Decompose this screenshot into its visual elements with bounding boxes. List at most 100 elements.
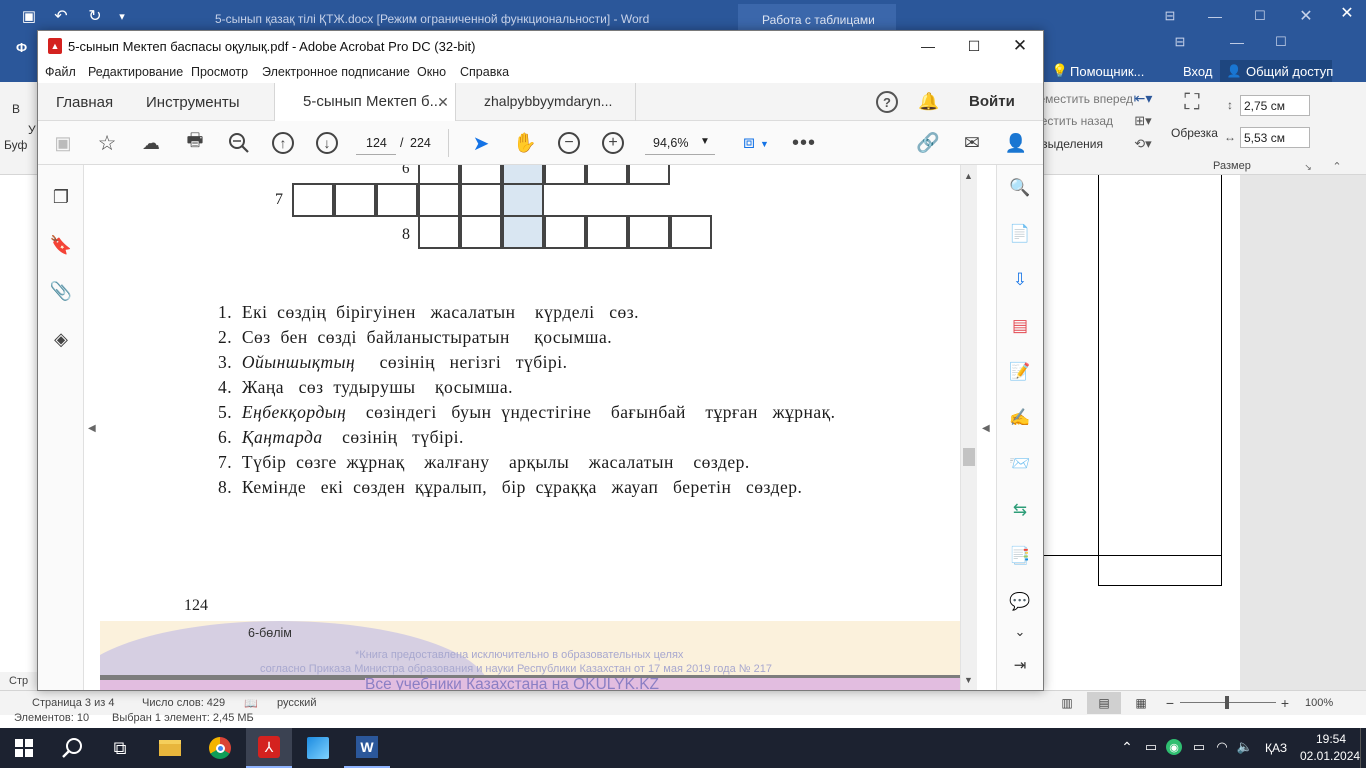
attachment-icon[interactable]: 📎: [47, 277, 75, 305]
next-page-icon[interactable]: ↓: [316, 132, 338, 154]
maximize-icon[interactable]: ☐: [1271, 32, 1291, 52]
close-icon[interactable]: ✕: [1008, 36, 1032, 56]
help-icon[interactable]: ?: [876, 91, 898, 113]
chrome-icon[interactable]: [198, 728, 242, 768]
edit-pdf-icon[interactable]: 📝: [1005, 357, 1035, 387]
close-tab-icon[interactable]: ✕: [435, 93, 451, 111]
pdf-page-view[interactable]: 6 7 8 1. Екі сөздің бірігуінен жасалатын…: [100, 165, 960, 690]
close-icon[interactable]: ✕: [1296, 6, 1316, 26]
file-explorer-icon[interactable]: [148, 728, 192, 768]
chevron-left-icon[interactable]: ◀: [88, 423, 96, 434]
clock-time[interactable]: 19:54: [1312, 732, 1350, 746]
page-number-input[interactable]: 124: [356, 132, 396, 155]
menu-window[interactable]: Окно: [417, 65, 446, 79]
network-icon[interactable]: ◠: [1213, 738, 1231, 756]
tab-document-active[interactable]: 5-сынып Мектеп б... ✕: [274, 83, 456, 122]
menu-help[interactable]: Справка: [460, 65, 509, 79]
tab-tools[interactable]: Инструменты: [146, 83, 240, 121]
zoom-search-icon[interactable]: 🔍: [1005, 173, 1035, 203]
height-field[interactable]: 2,75 см: [1240, 95, 1310, 116]
compare-files-icon[interactable]: ⇆: [1005, 495, 1035, 525]
web-layout-icon[interactable]: ▦: [1131, 695, 1151, 711]
table-column[interactable]: [1098, 175, 1222, 586]
sign-in-link[interactable]: Вход: [1183, 64, 1212, 79]
scan-ocr-icon[interactable]: 📑: [1005, 541, 1035, 571]
fill-sign-icon[interactable]: ✍: [1005, 403, 1035, 433]
volume-icon[interactable]: 🔈: [1236, 738, 1254, 756]
group-icon[interactable]: ⊞▾: [1130, 111, 1156, 131]
chevron-down-icon[interactable]: ⌄: [1005, 617, 1035, 647]
proofing-icon[interactable]: 📖: [243, 696, 259, 710]
send-backward-button[interactable]: Переместить назад: [1043, 114, 1113, 128]
menu-view[interactable]: Просмотр: [191, 65, 248, 79]
width-field[interactable]: 5,53 см: [1240, 127, 1310, 148]
search-button[interactable]: [50, 728, 96, 768]
zoom-in-icon[interactable]: +: [602, 132, 624, 154]
collapse-ribbon-icon[interactable]: ⌃: [1330, 159, 1344, 173]
tell-me-box[interactable]: Помощник...: [1070, 64, 1144, 79]
previous-page-icon[interactable]: ↑: [272, 132, 294, 154]
scroll-up-icon[interactable]: ▲: [964, 171, 973, 181]
menu-e-sign[interactable]: Электронное подписание: [262, 65, 410, 79]
maximize-icon[interactable]: ☐: [1250, 6, 1270, 26]
tab-home[interactable]: Главная: [56, 83, 113, 121]
messenger-icon[interactable]: ◉: [1166, 739, 1182, 755]
save-icon[interactable]: ▣: [49, 129, 77, 157]
battery-icon[interactable]: ▭: [1190, 738, 1208, 756]
comment-icon[interactable]: 💬: [1005, 587, 1035, 617]
select-cursor-icon[interactable]: ➤: [467, 129, 495, 157]
scrollbar-thumb[interactable]: [963, 448, 975, 466]
page-fit-icon[interactable]: ⧈: [735, 129, 763, 157]
search-icon[interactable]: [225, 129, 253, 157]
chevron-left-icon[interactable]: ◀: [982, 423, 990, 434]
chevron-down-icon[interactable]: ▼: [760, 139, 769, 149]
bring-forward-button[interactable]: Переместить вперед: [1043, 92, 1133, 106]
ribbon-display-icon[interactable]: ⊟: [1160, 6, 1180, 26]
file-tab-cut[interactable]: Ф: [16, 40, 27, 55]
page-count[interactable]: Страница 3 из 4: [32, 697, 114, 709]
maximize-icon[interactable]: ☐: [962, 36, 986, 56]
vertical-scrollbar[interactable]: ▲ ▼: [960, 165, 977, 690]
minimize-icon[interactable]: —: [1227, 32, 1247, 52]
menu-file[interactable]: Файл: [45, 65, 76, 79]
bookmark-icon[interactable]: 🔖: [47, 231, 75, 259]
share-link-icon[interactable]: 🔗: [914, 129, 942, 157]
print-layout-icon[interactable]: ▤: [1087, 692, 1121, 714]
zoom-out-icon[interactable]: −: [1163, 695, 1177, 711]
minimize-icon[interactable]: —: [916, 36, 940, 56]
collapse-pane-icon[interactable]: ⇥: [1005, 650, 1035, 680]
word-count[interactable]: Число слов: 429: [142, 697, 225, 709]
add-person-icon[interactable]: 👤: [1002, 129, 1030, 157]
task-view-icon[interactable]: ⧉: [98, 728, 142, 768]
dialog-launcher-icon[interactable]: ↘: [1302, 161, 1314, 173]
hand-tool-icon[interactable]: ✋: [511, 129, 539, 157]
email-icon[interactable]: ✉: [958, 129, 986, 157]
send-for-signature-icon[interactable]: 📨: [1005, 449, 1035, 479]
show-desktop-button[interactable]: [1360, 728, 1366, 768]
zoom-in-icon[interactable]: +: [1278, 695, 1292, 711]
cloud-upload-icon[interactable]: ☁: [137, 129, 165, 157]
clock-date[interactable]: 02.01.2024: [1300, 749, 1360, 763]
crop-button[interactable]: ⛶ Обрезка: [1168, 88, 1218, 150]
close-icon[interactable]: ✕: [1337, 3, 1357, 23]
save-icon[interactable]: ▣: [18, 6, 40, 26]
tab-document-2[interactable]: zhalpybbyymdaryn...: [456, 83, 636, 121]
zoom-slider-thumb[interactable]: [1225, 696, 1229, 709]
zoom-dropdown[interactable]: 94,6% ▼: [645, 132, 715, 155]
minimize-icon[interactable]: —: [1205, 6, 1225, 26]
create-pdf-icon[interactable]: 📄: [1005, 219, 1035, 249]
customize-qat-icon[interactable]: ▾: [114, 6, 130, 26]
more-tools-icon[interactable]: •••: [790, 129, 818, 157]
read-mode-icon[interactable]: ▥: [1057, 695, 1077, 711]
share-button[interactable]: 👤 Общий доступ: [1220, 60, 1333, 82]
left-pane-toggle[interactable]: ◀: [84, 165, 100, 690]
acrobat-taskbar-icon[interactable]: ⅄: [246, 728, 292, 768]
undo-icon[interactable]: ↶: [50, 6, 72, 26]
right-pane-toggle[interactable]: ◀: [977, 165, 996, 690]
sign-in-button[interactable]: Войти: [969, 93, 1015, 110]
star-icon[interactable]: ☆: [93, 129, 121, 157]
start-button[interactable]: [0, 728, 48, 768]
page-thumbnails-icon[interactable]: ❐: [47, 183, 75, 211]
input-language[interactable]: ҚАЗ: [1265, 741, 1287, 755]
scroll-down-icon[interactable]: ▼: [964, 675, 973, 685]
